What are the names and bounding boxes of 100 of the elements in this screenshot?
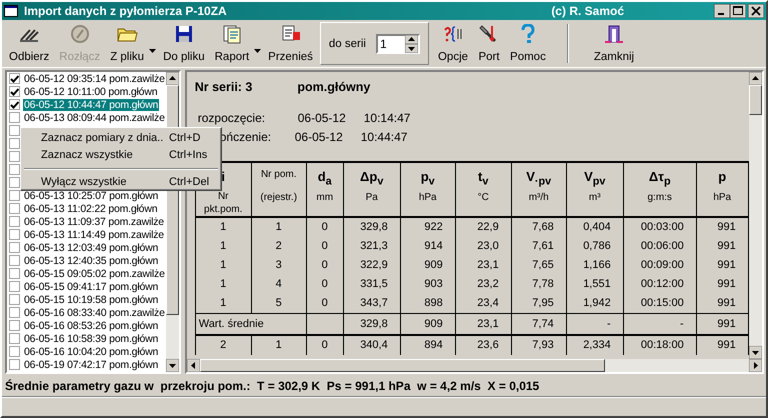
table-cell: 4 bbox=[252, 275, 307, 294]
checkbox[interactable] bbox=[9, 333, 20, 344]
measurement-item[interactable]: 06-05-16 10:04:20 pom.główn bbox=[23, 346, 160, 358]
checkbox[interactable] bbox=[9, 190, 20, 201]
checkbox[interactable] bbox=[9, 346, 20, 357]
toolbar-button[interactable]: Z pliku bbox=[107, 22, 148, 65]
measurement-item[interactable]: 06-05-13 12:03:49 pom.główn bbox=[23, 242, 160, 254]
checkbox[interactable] bbox=[9, 73, 20, 84]
checkbox[interactable] bbox=[9, 125, 20, 136]
status-bar: Średnie parametry gazu w przekroju pom.: T = 302,9 K Ps = 991,1 hPa w = 4,2 m/s X = 0,015 bbox=[2, 376, 766, 397]
checkbox[interactable] bbox=[9, 242, 20, 253]
checkbox[interactable] bbox=[9, 86, 20, 97]
table-cell: 7,95 bbox=[512, 294, 567, 313]
measurement-item[interactable]: 06-05-15 10:19:58 pom.główn bbox=[23, 294, 160, 306]
scroll-down-icon[interactable] bbox=[166, 359, 179, 372]
measurement-item[interactable]: 06-05-16 08:33:40 pom.zawilże bbox=[23, 306, 166, 318]
table-cell: 23,1 bbox=[456, 313, 512, 336]
table-cell: 00:09:00 bbox=[624, 256, 697, 275]
checkbox[interactable] bbox=[9, 307, 20, 318]
scroll-right-icon[interactable] bbox=[748, 359, 762, 372]
close-icon[interactable] bbox=[748, 4, 764, 18]
maximize-icon[interactable] bbox=[730, 4, 746, 18]
minimize-icon[interactable] bbox=[714, 4, 730, 18]
checkbox[interactable] bbox=[9, 177, 20, 188]
measurement-item[interactable]: 06-05-13 11:02:22 pom.główn bbox=[23, 202, 158, 214]
measurement-item[interactable]: 06-05-16 08:53:26 pom.główn bbox=[23, 320, 160, 332]
table-cell: 321,3 bbox=[344, 237, 401, 256]
measurement-item[interactable]: 06-05-12 10:44:47 pom.główn bbox=[23, 98, 160, 110]
toolbar-button[interactable]: Opcje bbox=[434, 22, 472, 65]
menu-item[interactable]: Zaznacz pomiary z dnia.. Ctrl+D bbox=[23, 130, 219, 147]
checkbox[interactable] bbox=[9, 112, 20, 123]
scroll-down-icon[interactable] bbox=[748, 346, 762, 359]
column-header: Δp$_{v}$ Pa bbox=[344, 163, 401, 218]
table-cell: 909 bbox=[400, 313, 456, 336]
window-title: Import danych z pyłomierza P-10ZA bbox=[24, 4, 228, 18]
toolbar-button[interactable]: Przenieś bbox=[265, 22, 316, 65]
brace-icon bbox=[442, 24, 464, 44]
measurement-item[interactable]: 06-05-15 09:05:02 pom.zawilże bbox=[23, 268, 166, 280]
table-cell: 00:12:00 bbox=[624, 275, 697, 294]
start-time: 10:14:47 bbox=[364, 111, 410, 127]
toolbar-button[interactable]: Port bbox=[475, 22, 504, 65]
dropdown-arrow-icon[interactable] bbox=[149, 48, 156, 52]
checkbox[interactable] bbox=[9, 268, 20, 279]
measurement-item[interactable]: 06-05-16 10:58:39 pom.główn bbox=[23, 332, 160, 344]
table-cell: 7,68 bbox=[512, 218, 567, 237]
measurement-item[interactable]: 06-05-13 10:25:07 pom.główn bbox=[23, 190, 160, 202]
checkbox[interactable] bbox=[9, 164, 20, 175]
table-cell: 909 bbox=[400, 256, 456, 275]
toolbar-button[interactable]: Pomoc bbox=[507, 22, 549, 65]
checkbox[interactable] bbox=[9, 255, 20, 266]
measurement-item[interactable]: 06-05-13 08:09:44 pom.zawilże bbox=[23, 112, 166, 124]
column-header: p$_{v}$ hPa bbox=[400, 163, 456, 218]
table-cell: 2 bbox=[252, 237, 307, 256]
scroll-up-icon[interactable] bbox=[166, 72, 179, 85]
table-cell: 329,8 bbox=[344, 313, 401, 336]
measurement-item[interactable]: 06-05-15 09:41:17 pom.główn bbox=[23, 280, 160, 292]
table-cell: 894 bbox=[400, 336, 456, 355]
measurement-item[interactable]: 06-05-13 12:40:35 pom.główn bbox=[23, 254, 160, 266]
column-header: Nr pom. (rejestr.) bbox=[252, 163, 307, 218]
table-cell: 1 bbox=[252, 336, 307, 355]
toolbar-button[interactable]: Raport bbox=[212, 22, 252, 65]
checkbox[interactable] bbox=[9, 320, 20, 331]
table-cell: 0 bbox=[306, 275, 344, 294]
table-cell: 1 bbox=[196, 275, 252, 294]
column-header: d$_{a}$ mm bbox=[306, 163, 344, 218]
checkbox[interactable] bbox=[9, 281, 20, 292]
measurement-item[interactable]: 06-05-12 09:35:14 pom.zawilże bbox=[23, 72, 166, 84]
table-cell: Wart. średnie bbox=[196, 313, 307, 336]
scroll-left-icon[interactable] bbox=[186, 359, 200, 372]
close-app-button[interactable]: Zamknij bbox=[590, 22, 638, 65]
table-cell: 331,5 bbox=[344, 275, 401, 294]
checkbox[interactable] bbox=[9, 151, 20, 162]
measurement-item[interactable]: 06-05-12 10:11:00 pom.główn bbox=[23, 86, 158, 98]
checkbox[interactable] bbox=[9, 203, 20, 214]
table-cell: - bbox=[566, 313, 624, 336]
scroll-up-icon[interactable] bbox=[748, 72, 762, 85]
measurement-item[interactable]: 06-05-13 11:09:37 pom.zawilże bbox=[23, 216, 165, 228]
series-spinner[interactable]: 1 bbox=[376, 34, 420, 54]
measurement-item[interactable]: 06-05-13 11:14:49 pom.zawilże bbox=[23, 228, 165, 240]
table-cell: 0 bbox=[306, 237, 344, 256]
checkbox[interactable] bbox=[9, 216, 20, 227]
toolbar-button[interactable]: Do pliku bbox=[160, 22, 208, 65]
table-cell: - bbox=[624, 313, 697, 336]
table-cell: 00:18:00 bbox=[624, 336, 697, 355]
checkbox[interactable] bbox=[9, 99, 20, 110]
scrollbar[interactable] bbox=[186, 359, 762, 372]
checkbox[interactable] bbox=[9, 229, 20, 240]
checkbox[interactable] bbox=[9, 359, 20, 370]
menu-item[interactable]: Zaznacz wszystkie Ctrl+Ins bbox=[23, 147, 219, 164]
measurement-item[interactable]: 06-05-19 07:42:17 pom.główn bbox=[23, 358, 160, 370]
table-cell: 0 bbox=[306, 294, 344, 313]
checkbox[interactable] bbox=[9, 294, 20, 305]
dropdown-arrow-icon[interactable] bbox=[254, 48, 262, 52]
table-cell: 343,7 bbox=[344, 294, 401, 313]
toolbar-button[interactable]: Odbierz bbox=[6, 22, 52, 65]
window-icon bbox=[4, 5, 18, 17]
table-cell: 329,8 bbox=[344, 218, 401, 237]
checkbox[interactable] bbox=[9, 138, 20, 149]
table-cell bbox=[306, 313, 344, 336]
scrollbar[interactable] bbox=[748, 72, 762, 359]
